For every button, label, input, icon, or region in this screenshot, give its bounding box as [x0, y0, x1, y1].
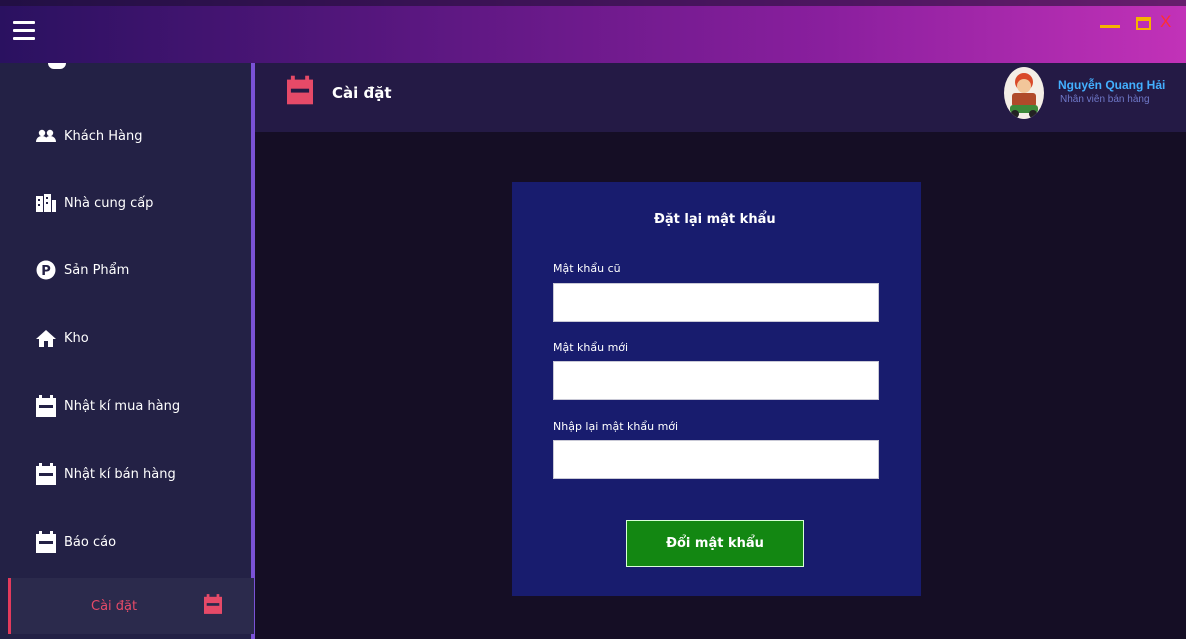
minimize-icon[interactable]	[1100, 25, 1120, 28]
sidebar-item-bao-cao[interactable]: Báo cáo	[8, 520, 251, 564]
sidebar-item-label: Cài đặt	[91, 598, 138, 614]
users-icon	[36, 126, 56, 146]
form-title: Đặt lại mật khẩu	[654, 212, 776, 227]
avatar[interactable]	[1004, 67, 1044, 119]
close-icon[interactable]: X	[1160, 12, 1171, 32]
sidebar-item-label: Kho	[64, 330, 89, 346]
sidebar-item-cai-dat[interactable]: Cài đặt	[8, 578, 254, 634]
user-name: Nguyễn Quang Hải	[1058, 78, 1166, 92]
sidebar-item-label: Nhà cung cấp	[64, 195, 154, 211]
hamburger-icon[interactable]	[13, 21, 35, 42]
old-password-input[interactable]	[553, 283, 879, 322]
window-titlebar: X	[0, 0, 1186, 63]
calendar-icon	[36, 531, 56, 553]
sidebar-item-label: Sản Phẩm	[64, 262, 130, 278]
home-icon	[36, 328, 56, 348]
maximize-icon[interactable]	[1136, 17, 1151, 30]
sidebar-item-label: Báo cáo	[64, 534, 117, 550]
svg-text:P: P	[41, 264, 51, 279]
sidebar-item-nhat-ki-ban-hang[interactable]: Nhật kí bán hàng	[8, 452, 251, 496]
sidebar-item-san-pham[interactable]: P Sản Phẩm	[8, 248, 251, 292]
titlebar-edge	[0, 0, 1186, 6]
calendar-icon	[204, 593, 222, 619]
sidebar-item-nha-cung-cap[interactable]: Nhà cung cấp	[8, 181, 251, 225]
sidebar-item-khach-hang[interactable]: Khách Hàng	[8, 114, 251, 158]
sidebar-item-label: Khách Hàng	[64, 128, 143, 144]
confirm-password-label: Nhập lại mật khẩu mới	[553, 420, 679, 433]
new-password-label: Mật khẩu mới	[553, 341, 629, 354]
calendar-icon	[36, 463, 56, 485]
confirm-password-input[interactable]	[553, 440, 879, 479]
calendar-icon	[36, 395, 56, 417]
sidebar-item-label: Nhật kí mua hàng	[64, 398, 181, 414]
new-password-input[interactable]	[553, 361, 879, 400]
sidebar-item-kho[interactable]: Kho	[8, 316, 251, 360]
user-role: Nhân viên bán hàng	[1060, 94, 1150, 105]
calendar-icon	[287, 75, 313, 109]
page-title: Cài đặt	[332, 84, 392, 102]
sidebar-item-nhat-ki-mua-hang[interactable]: Nhật kí mua hàng	[8, 384, 251, 428]
building-icon	[36, 193, 56, 213]
page-header	[255, 63, 1186, 132]
product-p-icon: P	[36, 260, 56, 280]
sidebar-item-label: Nhật kí bán hàng	[64, 466, 176, 482]
change-password-button[interactable]: Đổi mật khẩu	[626, 520, 804, 567]
old-password-label: Mật khẩu cũ	[553, 262, 621, 275]
